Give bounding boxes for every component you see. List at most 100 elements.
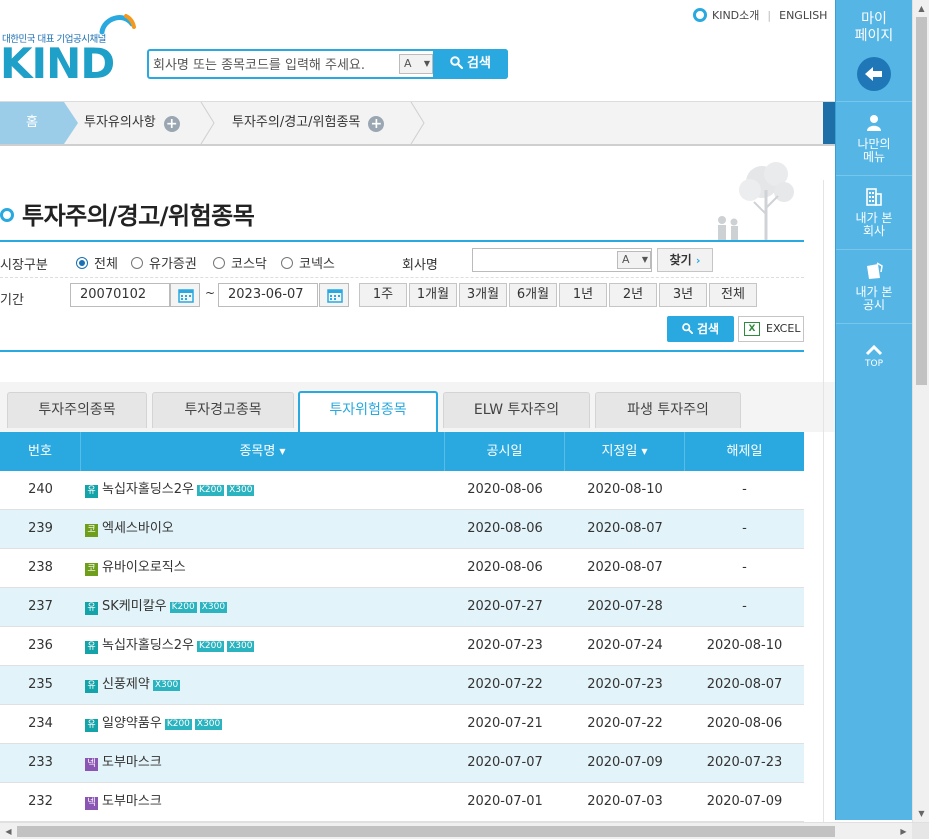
radio-market-kosdaq[interactable]: 코스닥: [213, 253, 267, 272]
breadcrumb-separator: [200, 102, 215, 144]
cell-release-date: 2020-07-09: [706, 794, 783, 809]
radio-market-all[interactable]: 전체: [76, 253, 118, 272]
stock-name-link[interactable]: 녹십자홀딩스2우: [102, 638, 194, 653]
tab-derivative-caution[interactable]: 파생 투자주의: [595, 392, 741, 428]
sort-down-icon[interactable]: ▼: [641, 447, 647, 456]
search-button[interactable]: 검색: [433, 49, 508, 79]
vertical-scroll-thumb[interactable]: [916, 17, 927, 385]
link-kind-intro[interactable]: KIND소개: [712, 9, 759, 22]
scroll-up-icon[interactable]: ▲: [913, 0, 929, 17]
stock-name-link[interactable]: 도부마스크: [102, 794, 162, 809]
company-lang-select[interactable]: A ▼: [617, 251, 651, 269]
link-english[interactable]: ENGLISH: [779, 9, 827, 22]
breadcrumb-separator: [64, 102, 78, 144]
cell-disclosure-date: 2020-08-06: [467, 521, 543, 536]
stock-name-link[interactable]: 유바이오로직스: [102, 560, 186, 575]
find-button[interactable]: 찾기 ›: [657, 248, 713, 272]
plus-icon[interactable]: +: [163, 116, 180, 132]
search-input[interactable]: [153, 54, 393, 76]
stock-name-link[interactable]: 녹십자홀딩스2우: [102, 482, 194, 497]
stock-name-link[interactable]: 도부마스크: [102, 755, 162, 770]
kind-page: 대한민국 대표 기업공시채널 KIND A▼ 검색 KIND소개|ENGLISH…: [0, 0, 929, 839]
date-from-input[interactable]: 20070102: [70, 283, 170, 307]
scroll-corner: [912, 823, 929, 839]
date-to-input[interactable]: 2023-06-07: [218, 283, 318, 307]
market-type-badge: 유: [85, 641, 98, 654]
scroll-right-icon[interactable]: ▶: [895, 823, 912, 839]
scroll-left-icon[interactable]: ◀: [0, 823, 17, 839]
period-6m-button[interactable]: 6개월: [509, 283, 557, 307]
tab-warning[interactable]: 투자경고종목: [152, 392, 294, 428]
index-badge: X300: [152, 680, 181, 691]
period-all-button[interactable]: 전체: [709, 283, 757, 307]
plus-icon[interactable]: +: [368, 116, 385, 132]
stock-name-link[interactable]: 신풍제약: [102, 677, 150, 692]
cell-designated-date: 2020-08-07: [587, 521, 663, 536]
tab-caution[interactable]: 투자주의종목: [7, 392, 147, 428]
horizontal-scrollbar[interactable]: ◀ ▶: [0, 822, 929, 839]
cell-disclosure-date: 2020-08-06: [467, 482, 543, 497]
period-1y-button[interactable]: 1년: [559, 283, 607, 307]
sort-down-icon[interactable]: ▼: [279, 447, 285, 456]
col-disclosure-date: 공시일: [445, 432, 565, 471]
radio-market-konex[interactable]: 코넥스: [281, 253, 335, 272]
cell-designated-date: 2020-08-07: [587, 560, 663, 575]
table-row: 238 코 유바이오로직스 2020-08-06 2020-08-07-: [0, 549, 804, 588]
cell-stock-name: 유 신풍제약 X300: [0, 666, 445, 704]
radio-market-kospi[interactable]: 유가증권: [131, 253, 197, 272]
arrow-left-icon[interactable]: [857, 57, 891, 91]
table-row: 235 유 신풍제약 X300 2020-07-22 2020-07-23 2020-08-…: [0, 666, 804, 705]
tab-bar: 투자주의종목 투자경고종목 투자위험종목 ELW 투자주의 파생 투자주의: [0, 382, 835, 432]
chevron-up-icon: [865, 344, 883, 356]
search-lang-select[interactable]: A ▼: [399, 54, 433, 74]
breadcrumb-accent: [823, 102, 835, 144]
sidebar-top-label: TOP: [864, 359, 883, 369]
stock-name-link[interactable]: SK케미칼우: [102, 599, 167, 614]
radio-checked-icon: [76, 257, 88, 269]
cell-stock-name: 넥 도부마스크: [0, 744, 445, 782]
company-input[interactable]: A ▼: [472, 248, 652, 272]
kind-logo[interactable]: 대한민국 대표 기업공시채널 KIND: [0, 12, 140, 86]
sidebar-viewed-companies[interactable]: 내가 본 회사: [836, 176, 912, 250]
breadcrumb-item-notice[interactable]: 투자유의사항 +: [84, 102, 180, 144]
breadcrumb-item-current[interactable]: 투자주의/경고/위험종목 +: [232, 102, 385, 144]
sidebar-mypage[interactable]: 마이 페이지: [836, 0, 912, 102]
table-row: 232 넥 도부마스크 2020-07-01 2020-07-03 2020-07-09: [0, 783, 804, 822]
vertical-scrollbar[interactable]: ▲ ▼: [912, 0, 929, 822]
index-badge: K200: [197, 485, 225, 496]
period-3y-button[interactable]: 3년: [659, 283, 707, 307]
excel-icon: X: [744, 322, 760, 336]
period-1m-button[interactable]: 1개월: [409, 283, 457, 307]
stock-name-link[interactable]: 엑세스바이오: [102, 521, 174, 536]
date-from-calendar-button[interactable]: [170, 283, 200, 307]
tab-elw-caution[interactable]: ELW 투자주의: [443, 392, 590, 428]
sidebar-my-menu[interactable]: 나만의 메뉴: [836, 102, 912, 176]
tab-risk[interactable]: 투자위험종목: [298, 391, 438, 432]
period-1w-button[interactable]: 1주: [359, 283, 407, 307]
filter-search-button[interactable]: 검색: [667, 316, 734, 342]
breadcrumb-label: 투자유의사항: [84, 115, 156, 130]
scroll-down-icon[interactable]: ▼: [913, 805, 929, 822]
breadcrumb-home[interactable]: 홈: [0, 102, 64, 144]
excel-download-button[interactable]: X EXCEL: [738, 316, 804, 342]
table-row: 234 유 일양약품우 K200 X300 2020-07-21 2020-07-22 202…: [0, 705, 804, 744]
col-designated-date[interactable]: 지정일 ▼: [565, 432, 685, 471]
breadcrumb-label: 투자주의/경고/위험종목: [232, 115, 361, 130]
radio-label: 유가증권: [149, 257, 197, 272]
period-2y-button[interactable]: 2년: [609, 283, 657, 307]
cell-disclosure-date: 2020-07-21: [467, 716, 543, 731]
date-to-calendar-button[interactable]: [319, 283, 349, 307]
date-range-separator: ~: [205, 286, 216, 300]
header-search: A▼ 검색: [147, 49, 508, 79]
table-row: 237 유 SK케미칼우 K200 X300 2020-07-27 2020-07-28-: [0, 588, 804, 627]
col-name[interactable]: 종목명 ▼: [81, 432, 445, 471]
sidebar-viewed-disclosures[interactable]: 내가 본 공시: [836, 250, 912, 324]
stock-name-link[interactable]: 일양약품우: [102, 716, 162, 731]
horizontal-scroll-thumb[interactable]: [17, 826, 835, 837]
period-3m-button[interactable]: 3개월: [459, 283, 507, 307]
table-row: 240 유 녹십자홀딩스2우 K200 X300 2020-08-06 2020-08-10…: [0, 471, 804, 510]
sidebar-top-button[interactable]: TOP: [836, 340, 912, 380]
cell-stock-name: 유 SK케미칼우 K200 X300: [0, 588, 445, 626]
market-type-badge: 코: [85, 524, 98, 537]
page-title-text: 투자주의/경고/위험종목: [22, 202, 255, 230]
